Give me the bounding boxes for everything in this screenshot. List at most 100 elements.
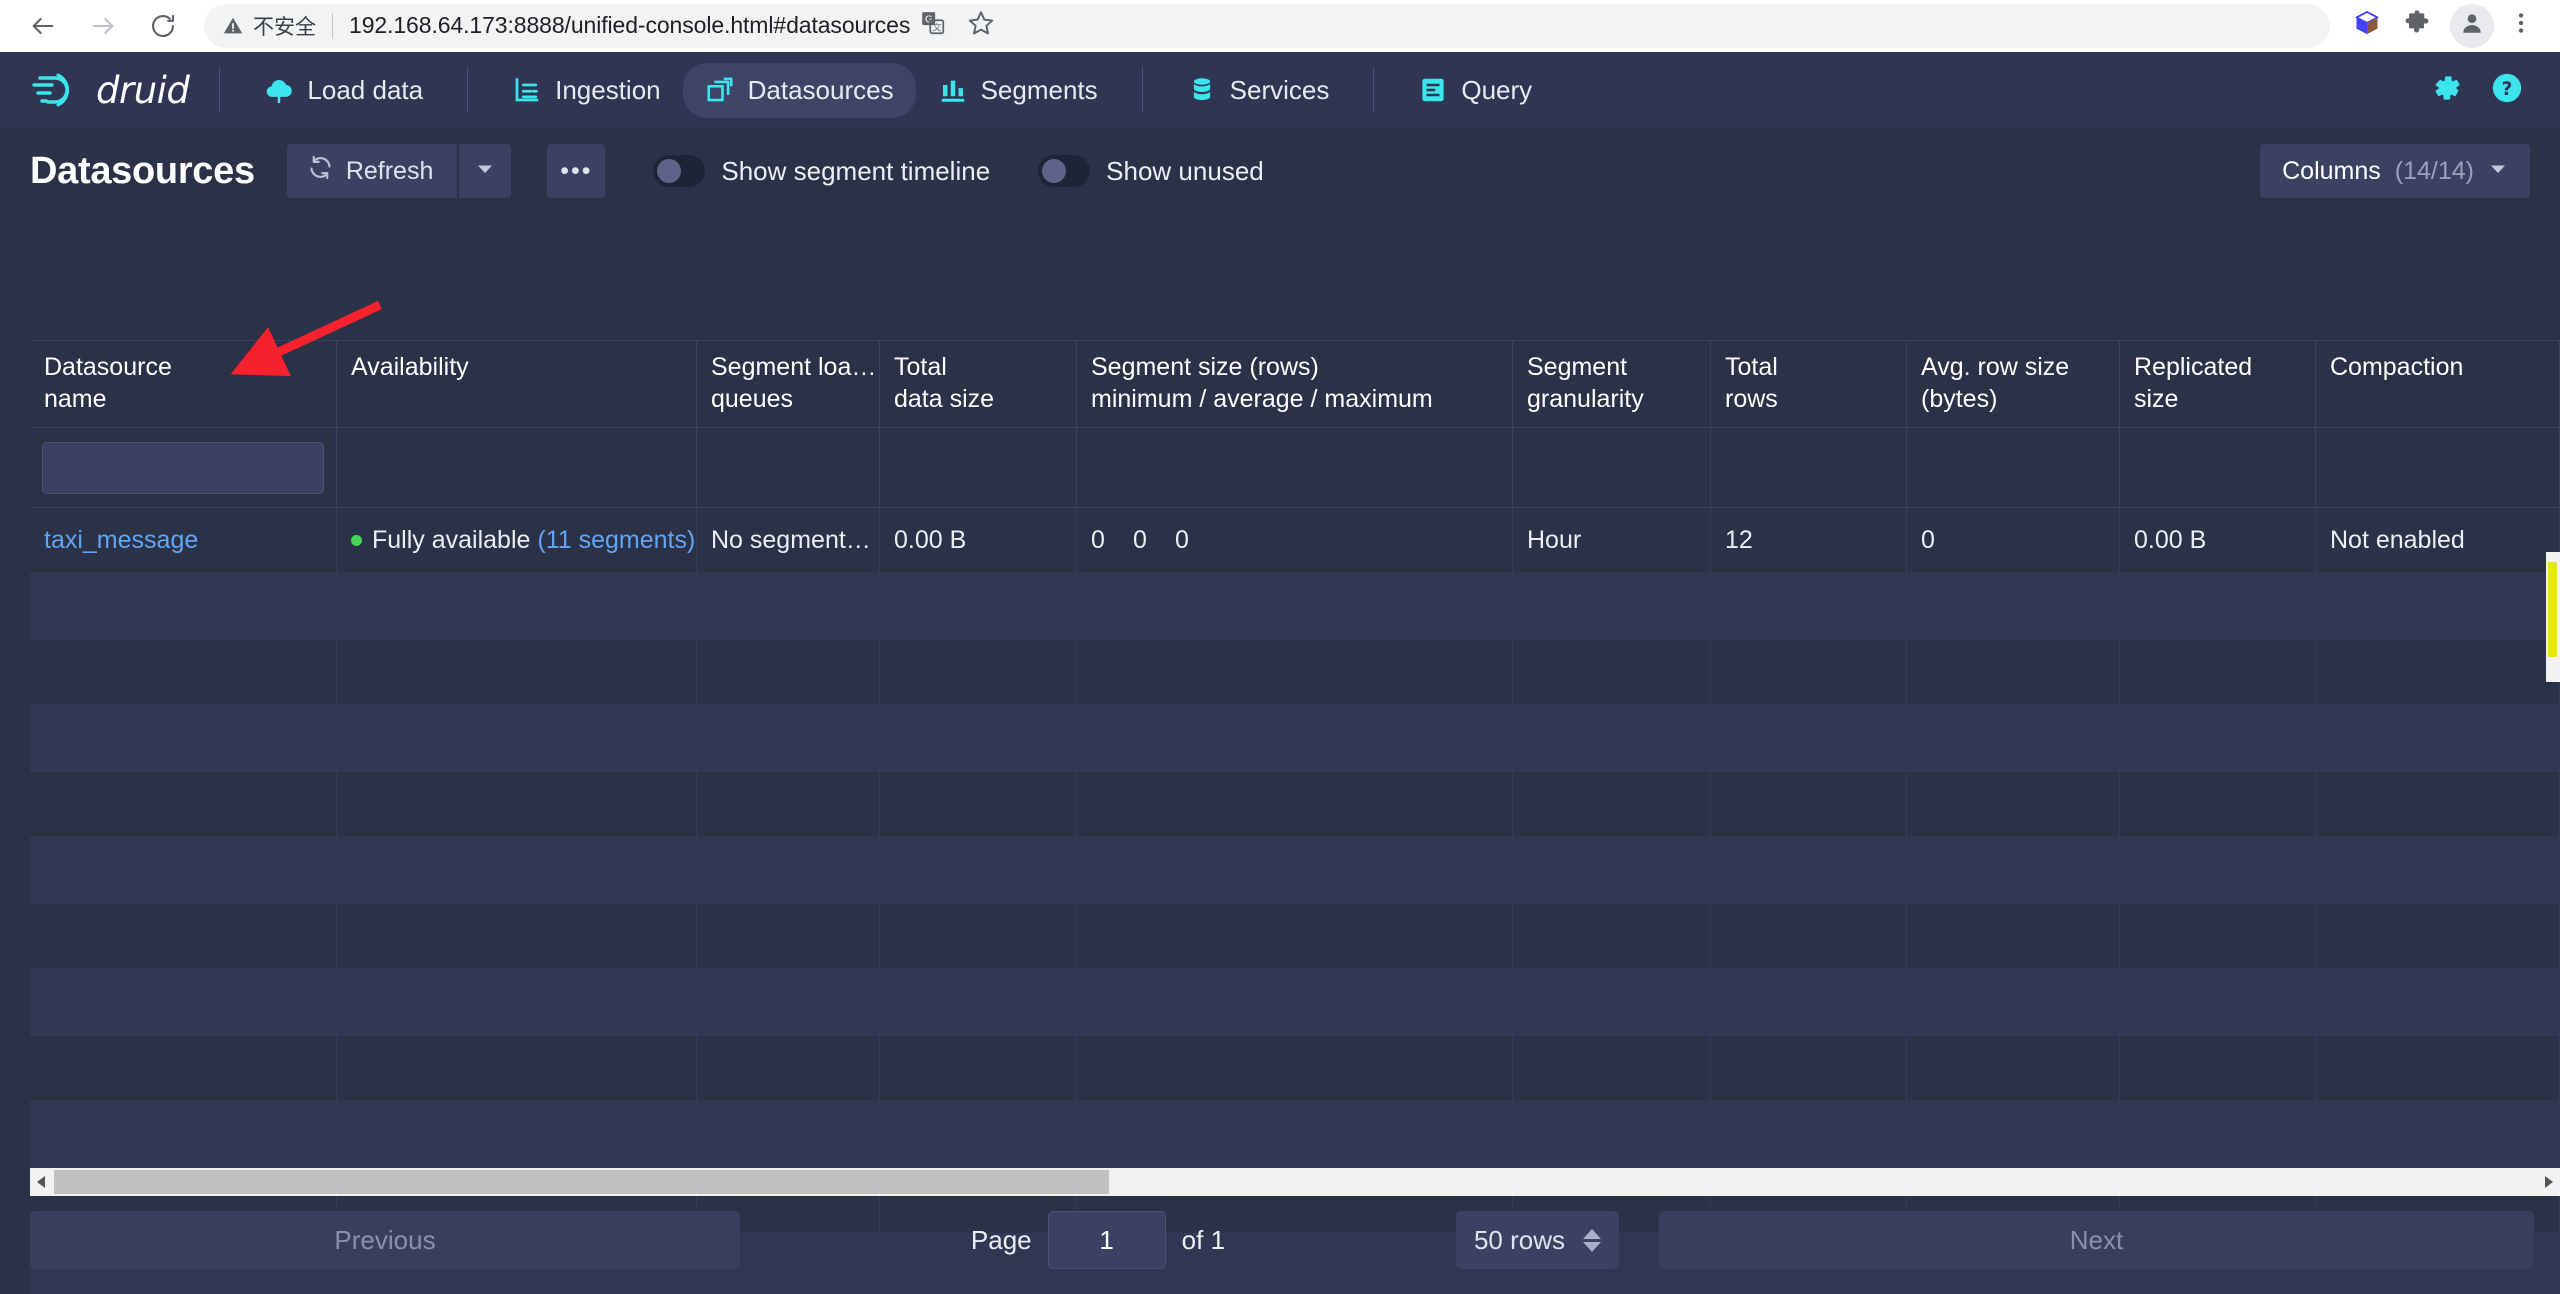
column-header-total-data-size[interactable]: Total data size <box>880 341 1077 427</box>
column-header-total-rows[interactable]: Total rows <box>1711 341 1907 427</box>
show-unused-toggle-group[interactable]: Show unused <box>1038 155 1264 187</box>
package-cube-icon <box>2353 9 2381 42</box>
url-text[interactable]: 192.168.64.173:8888/unified-console.html… <box>349 12 910 39</box>
columns-count: (14/14) <box>2394 156 2474 185</box>
cell-empty <box>697 706 880 771</box>
druid-logo-icon <box>28 69 82 111</box>
address-bar[interactable]: 不安全 192.168.64.173:8888/unified-console.… <box>204 3 2330 48</box>
nav-item-datasources[interactable]: Datasources <box>682 62 916 118</box>
next-page-button[interactable]: Next <box>1659 1211 2534 1269</box>
filter-cell-total-data-size <box>880 428 1077 507</box>
cell-empty <box>880 838 1077 903</box>
segments-link[interactable]: (11 segments) <box>537 526 695 555</box>
datasource-link[interactable]: taxi_message <box>44 526 198 555</box>
nav-item-load-data[interactable]: Load data <box>242 63 445 118</box>
column-header-segment-load-queues[interactable]: Segment loa… queues <box>697 341 880 427</box>
show-unused-toggle[interactable] <box>1038 155 1091 187</box>
column-header-segment-granularity[interactable]: Segment granularity <box>1513 341 1711 427</box>
cell-empty <box>2316 574 2560 639</box>
filter-input-datasource-name[interactable] <box>42 441 324 494</box>
cell-empty <box>2120 706 2316 771</box>
star-icon <box>967 9 995 42</box>
page-number-input[interactable] <box>1047 1211 1166 1269</box>
column-header-availability[interactable]: Availability <box>337 341 697 427</box>
puzzle-piece-icon <box>2403 9 2431 42</box>
rows-per-page-select[interactable]: 50 rows <box>1455 1211 1619 1269</box>
security-indicator[interactable]: 不安全 <box>222 11 316 41</box>
refresh-dropdown-button[interactable] <box>459 144 512 198</box>
druid-brand[interactable]: druid <box>28 69 197 112</box>
nav-item-services[interactable]: Services <box>1165 63 1352 118</box>
cell-empty <box>1711 772 1907 837</box>
cell-avg-row-size: 0 <box>1907 508 2120 573</box>
gear-icon[interactable] <box>2430 71 2464 110</box>
nav-label: Load data <box>307 74 424 105</box>
column-header-datasource-name[interactable]: Datasource name <box>30 341 337 427</box>
cell-empty <box>880 574 1077 639</box>
svg-text:?: ? <box>2502 79 2513 100</box>
stepper-up-icon[interactable] <box>1583 1228 1601 1239</box>
show-segment-timeline-toggle-group[interactable]: Show segment timeline <box>653 155 990 187</box>
vertical-scrollbar[interactable] <box>2546 552 2560 682</box>
translate-button[interactable]: G 文 <box>910 4 956 48</box>
cell-empty <box>337 640 697 705</box>
forward-button[interactable] <box>76 4 130 48</box>
header-line-2: data size <box>894 385 995 413</box>
cell-empty <box>2120 1036 2316 1101</box>
extensions-button[interactable] <box>2394 4 2440 48</box>
more-actions-button[interactable]: ••• <box>547 144 606 198</box>
header-line-1: Segment loa… <box>711 353 877 381</box>
page-title: Datasources <box>30 149 255 192</box>
cell-empty <box>697 970 880 1035</box>
reload-button[interactable] <box>136 4 190 48</box>
package-cube-button[interactable] <box>2344 4 2390 48</box>
show-segment-timeline-toggle[interactable] <box>653 155 706 187</box>
filter-cell-total-rows <box>1711 428 1907 507</box>
column-header-segment-size-rows[interactable]: Segment size (rows) minimum / average / … <box>1077 341 1513 427</box>
refresh-button[interactable]: Refresh <box>286 144 458 198</box>
filter-cell-datasource-name <box>30 428 337 507</box>
cell-empty <box>2316 640 2560 705</box>
help-circle-icon[interactable]: ? <box>2490 71 2524 110</box>
nav-divider <box>1373 67 1375 113</box>
nav-item-ingestion[interactable]: Ingestion <box>490 63 683 118</box>
security-warning-label: 不安全 <box>253 15 316 39</box>
table-row[interactable]: taxi_message Fully available (11 segment… <box>30 508 2560 574</box>
horizontal-scrollbar-track[interactable] <box>54 1168 2536 1196</box>
bookmark-button[interactable] <box>958 4 1004 48</box>
druid-console: druid Load data Ingestion Datasources Se… <box>0 52 2560 1294</box>
stepper-down-icon[interactable] <box>1583 1241 1601 1252</box>
horizontal-scrollbar-thumb[interactable] <box>54 1170 1109 1194</box>
cell-empty <box>1077 1102 1513 1167</box>
nav-label: Segments <box>980 74 1098 105</box>
cell-empty <box>1513 1102 1711 1167</box>
table-row-empty <box>30 1102 2560 1168</box>
column-header-compaction[interactable]: Compaction <box>2316 341 2560 427</box>
cell-empty <box>880 904 1077 969</box>
header-line-1: Avg. row size <box>1921 353 2070 381</box>
cell-empty <box>1907 772 2120 837</box>
cell-datasource-name[interactable]: taxi_message <box>30 508 337 573</box>
more-dots-icon: ••• <box>560 156 593 185</box>
cell-empty <box>880 1036 1077 1101</box>
stepper-icon[interactable] <box>1583 1228 1601 1252</box>
scroll-right-arrow-icon[interactable] <box>2536 1168 2560 1196</box>
nav-item-query[interactable]: Query <box>1396 63 1554 118</box>
previous-page-button[interactable]: Previous <box>30 1211 740 1269</box>
columns-button[interactable]: Columns (14/14) <box>2260 144 2530 198</box>
horizontal-scrollbar[interactable] <box>30 1168 2560 1196</box>
vertical-scrollbar-thumb[interactable] <box>2548 562 2557 657</box>
cell-empty <box>30 640 337 705</box>
query-document-icon <box>1418 75 1448 105</box>
back-button[interactable] <box>16 4 70 48</box>
cell-empty <box>1907 1102 2120 1167</box>
column-header-replicated-size[interactable]: Replicated size <box>2120 341 2316 427</box>
toggle-knob <box>657 159 682 183</box>
browser-menu-button[interactable] <box>2498 4 2544 48</box>
show-segment-timeline-label: Show segment timeline <box>721 155 991 186</box>
scroll-left-arrow-icon[interactable] <box>30 1168 54 1196</box>
nav-item-segments[interactable]: Segments <box>916 63 1120 118</box>
profile-button[interactable] <box>2450 3 2494 48</box>
page-total-label: of 1 <box>1181 1224 1226 1255</box>
column-header-avg-row-size[interactable]: Avg. row size (bytes) <box>1907 341 2120 427</box>
